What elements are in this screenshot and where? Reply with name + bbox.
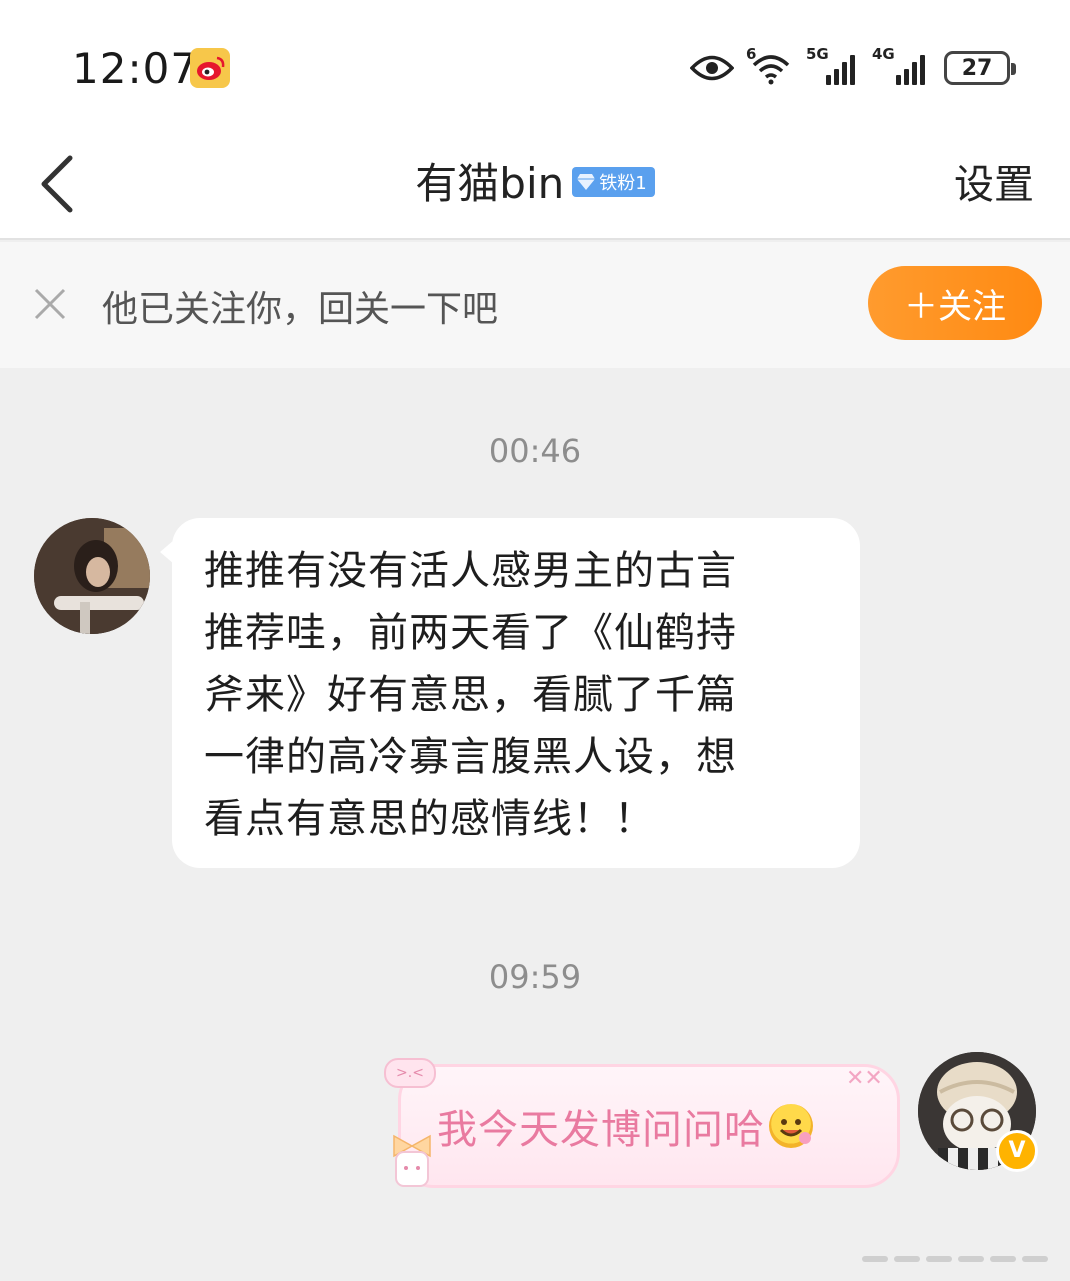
bubble-decoration-bow-icon [384,1130,440,1194]
received-message-bubble[interactable]: 推推有没有活人感男主的古言 推荐哇，前两天看了《仙鹤持 斧来》好有意思，看腻了千… [160,518,860,868]
conversation-header: 有猫bin 铁粉1 设置 [0,130,1070,240]
eye-icon [690,55,734,81]
fan-level-badge: 铁粉1 [572,167,655,197]
follow-back-banner: 他已关注你，回关一下吧 ＋关注 [0,242,1070,368]
message-line: 看点有意思的感情线！！ [204,796,655,842]
message-timestamp: 00:46 [488,432,582,470]
status-icons: 6 5G 4G 27 [690,44,1016,92]
settings-button[interactable]: 设置 [954,152,1034,210]
sent-message-text: 我今天发博问问哈 [437,1107,765,1153]
cellular-5g-icon: 5G [806,45,860,85]
message-line: 推推有没有活人感男主的古言 [204,548,737,594]
bubble-decoration-face: >.< [384,1058,436,1088]
smile-emoji-icon [769,1104,813,1148]
contact-name[interactable]: 有猫bin [415,150,564,211]
wifi-icon: 6 [746,45,794,85]
verified-badge-icon: V [996,1130,1038,1172]
bubble-decoration-sparkle-icon: ✕✕ [846,1066,883,1091]
close-icon [34,288,66,320]
status-time: 12:07 [72,44,199,93]
diamond-icon [577,174,596,190]
message-timestamp: 09:59 [488,958,582,996]
message-line: 斧来》好有意思，看腻了千篇 [204,672,737,718]
battery-indicator: 27 [944,51,1016,85]
message-line: 推荐哇，前两天看了《仙鹤持 [204,610,737,656]
gesture-bar [862,1256,1048,1262]
contact-avatar[interactable] [34,518,150,634]
message-line: 一律的高冷寡言腹黑人设，想 [204,734,737,780]
sent-message-bubble[interactable]: 我今天发博问问哈 [398,1064,900,1188]
weibo-app-icon [190,48,230,88]
follow-button[interactable]: ＋关注 [868,266,1042,340]
cellular-4g-icon: 4G [872,45,930,85]
fan-badge-label: 铁粉1 [599,173,647,194]
close-banner-button[interactable] [32,286,68,322]
follow-back-prompt: 他已关注你，回关一下吧 [102,289,499,330]
status-bar: 12:07 6 5G 4G 27 [0,0,1070,130]
